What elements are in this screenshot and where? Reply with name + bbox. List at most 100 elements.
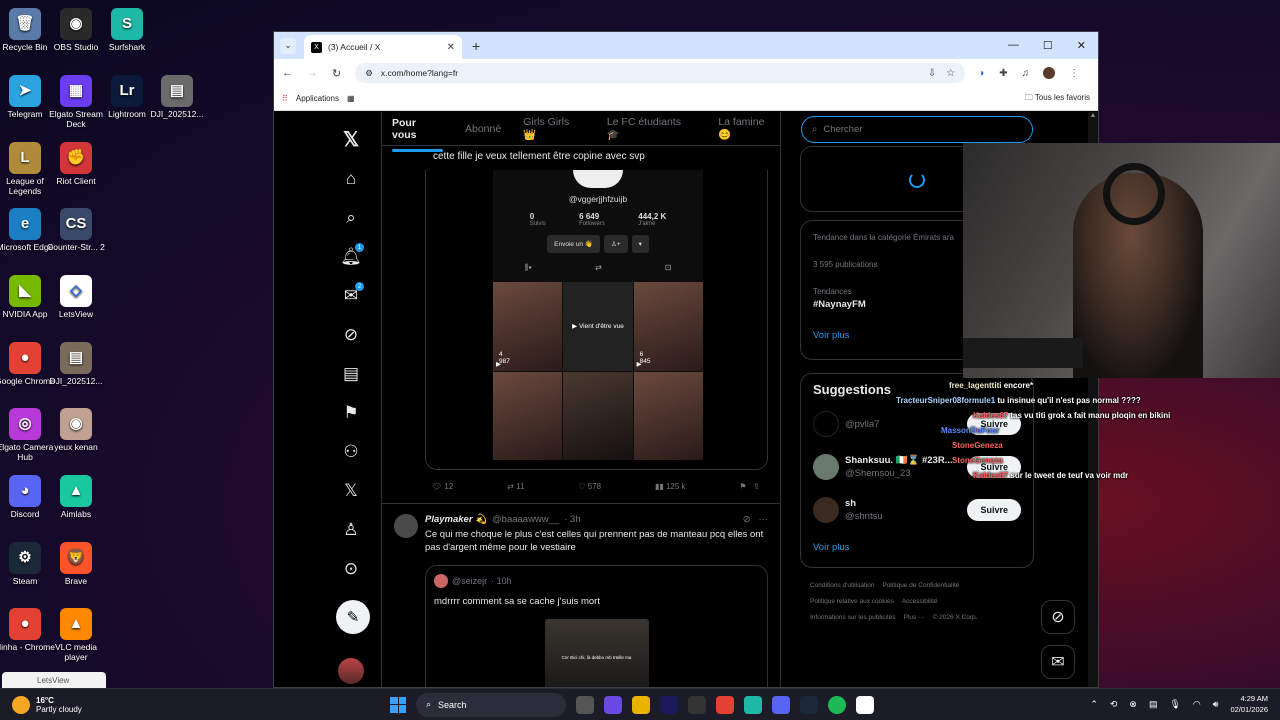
post2-avatar[interactable] (394, 514, 418, 538)
copilot-icon[interactable] (604, 695, 622, 714)
desktop-icon[interactable]: ▤ DJI_202512... (45, 342, 107, 387)
task-view-icon[interactable] (576, 695, 594, 714)
extension-icon[interactable]: ◗ (979, 68, 985, 79)
reply-button[interactable]: 💬︎ 12 (432, 482, 453, 491)
suggestion-item[interactable]: sh @shntsu Suivre (801, 483, 1033, 526)
all-bookmarks[interactable]: 🗀 Tous les favoris (1025, 92, 1090, 106)
views-button[interactable]: ▮▮ 125 k (655, 482, 686, 491)
desktop-icon[interactable]: 🦁 Brave (45, 542, 107, 587)
site-info-icon[interactable]: ⚙ (365, 68, 373, 79)
tab-groups-icon[interactable]: ▦ (347, 94, 355, 103)
suggestions-see-more[interactable]: Voir plus (801, 526, 1033, 553)
premium-x-icon[interactable]: 𝕏 (336, 471, 366, 510)
tab-x-home[interactable]: X (3) Accueil / X ✕ (304, 35, 462, 59)
tab-title: (3) Accueil / X (328, 42, 381, 52)
media-control-icon[interactable]: ♫ (1022, 68, 1030, 79)
discord-icon[interactable] (772, 695, 790, 714)
premiere-icon[interactable] (660, 695, 678, 714)
home-icon[interactable]: ⌂ (336, 159, 366, 198)
letsview-icon[interactable] (856, 695, 874, 714)
communities-icon[interactable]: ⚇ (336, 432, 366, 471)
tab-girls-girls[interactable]: Girls Girls 👑 (523, 116, 585, 141)
bookmark-share-buttons[interactable]: ⚑ ⇪ (739, 482, 760, 491)
search-input[interactable]: Chercher (823, 124, 862, 135)
volume-icon[interactable]: 🔊︎ (1213, 699, 1219, 710)
bookmark-star-icon[interactable]: ☆ (946, 68, 955, 79)
clock[interactable]: 4:29 AM 02/01/2026 (1230, 694, 1268, 714)
microphone-icon[interactable]: 🎙︎ (1169, 699, 1180, 710)
desktop-icon[interactable]: ▤ DJI_202512... (146, 75, 208, 120)
forward-button[interactable]: → (307, 67, 318, 79)
maximize-button[interactable]: ☐ (1043, 39, 1053, 52)
repost-button[interactable]: ⇄ 11 (507, 482, 524, 491)
desktop-icon[interactable]: ▲ VLC media player (45, 608, 107, 663)
tab-fc-etudiants[interactable]: Le FC étudiants 🎓 (607, 116, 697, 141)
tab-following[interactable]: Abonné (465, 123, 501, 135)
bookmark-applications[interactable]: Applications (296, 94, 339, 103)
post-button[interactable]: ✎ (336, 600, 370, 634)
file-explorer-icon[interactable] (632, 695, 650, 714)
lists-icon[interactable]: ▤ (336, 354, 366, 393)
desktop-app-icon: ◉ (60, 8, 92, 40)
tray-app-icon[interactable]: ⊗ (1129, 699, 1137, 710)
spotify-icon[interactable] (828, 695, 846, 714)
messages-envelope-icon[interactable]: ✉ 2 (336, 276, 366, 315)
notifications-bell-icon[interactable]: 🔔︎ 1 (336, 237, 366, 276)
like-button[interactable]: ♡ 578 (578, 482, 601, 491)
desktop-icon[interactable]: ✊ Riot Client (45, 142, 107, 187)
post1-media-card[interactable]: @vggerjjhfzuijb 0 Suivis 6 649 Followers 4… (425, 170, 768, 470)
tray-chevron-icon[interactable]: ⌃ (1090, 699, 1098, 710)
post2-handle[interactable]: @baaaawww__ (492, 514, 559, 525)
new-tab-button[interactable]: + (472, 38, 480, 54)
grok-icon[interactable]: ⊘ (336, 315, 366, 354)
suggestion-avatar[interactable] (813, 410, 839, 437)
weather-widget[interactable]: 16°C Partly cloudy (0, 695, 200, 714)
bookmarks-icon[interactable]: ⚑ (336, 393, 366, 432)
suggestion-avatar[interactable] (813, 453, 839, 480)
desktop-icon[interactable]: ◉ yeux kenan (45, 408, 107, 453)
obs-icon[interactable] (688, 695, 706, 714)
start-button[interactable] (390, 696, 406, 713)
extensions-puzzle-icon[interactable]: ✚ (999, 68, 1007, 79)
quote-image[interactable]: Cnr Bici chi, là debbo mb trtelle ma (544, 618, 649, 687)
tab-la-famine[interactable]: La famine 😊 (718, 116, 780, 141)
more-icon[interactable]: ⊙ (336, 549, 366, 588)
explore-search-icon[interactable]: ⌕ (336, 198, 366, 237)
tray-app-icon[interactable]: ⟲ (1110, 699, 1118, 710)
desktop-icon[interactable]: CS Counter-Str... 2 (45, 208, 107, 253)
suggestion-avatar[interactable] (813, 496, 839, 523)
surfshark-icon[interactable] (744, 695, 762, 714)
desktop-icon[interactable]: ▲ Aimlabs (45, 475, 107, 520)
profile-icon[interactable]: ♙ (336, 510, 366, 549)
tab-search-dropdown[interactable]: ⌄ (280, 37, 296, 54)
wifi-icon[interactable]: ◠ (1193, 699, 1201, 710)
chrome-icon[interactable] (716, 695, 734, 714)
install-app-icon[interactable]: ⇩ (928, 68, 936, 79)
post2-quote[interactable]: @seizejr · 10h mdrrrr comment sa se cach… (425, 564, 768, 687)
taskbar-search[interactable]: ⌕ Search (416, 692, 566, 717)
grok-fab-icon[interactable]: ⊘ (1041, 600, 1075, 634)
close-window-button[interactable]: ✕ (1077, 39, 1086, 52)
minimize-button[interactable]: — (1008, 39, 1019, 52)
apps-grid-icon[interactable]: ⠿ (282, 94, 288, 103)
menu-dots-icon[interactable]: ⋮ (1069, 68, 1079, 79)
tab-for-you[interactable]: Pour vous (392, 117, 443, 152)
desktop-app-icon: ▤ (60, 342, 92, 374)
post2[interactable]: Playmaker 💫 @baaaawww__ · 3h ⊘ ··· Ce qu… (382, 504, 780, 687)
tray-app-icon[interactable]: ▤ (1149, 699, 1158, 710)
messages-fab-icon[interactable]: ✉ (1041, 645, 1075, 679)
steam-icon[interactable] (800, 695, 818, 714)
reload-button[interactable]: ↻ (332, 67, 341, 80)
x-logo-icon[interactable]: 𝕏 (336, 120, 366, 159)
desktop-icon[interactable]: ◇ LetsView (45, 275, 107, 320)
address-bar[interactable]: ⚙ x.com/home?lang=fr ⇩ ☆ (355, 63, 966, 83)
desktop-icon[interactable]: S Surfshark (96, 8, 158, 53)
profile-avatar[interactable] (1043, 67, 1056, 79)
post2-grok-more-icons[interactable]: ⊘ ··· (743, 514, 768, 525)
post2-name[interactable]: Playmaker 💫 (425, 514, 487, 525)
follow-button[interactable]: Suivre (967, 498, 1021, 521)
close-tab-icon[interactable]: ✕ (447, 42, 455, 53)
search-box[interactable]: ⌕ Chercher (801, 116, 1033, 143)
back-button[interactable]: ← (282, 67, 293, 79)
account-avatar[interactable] (338, 658, 364, 684)
